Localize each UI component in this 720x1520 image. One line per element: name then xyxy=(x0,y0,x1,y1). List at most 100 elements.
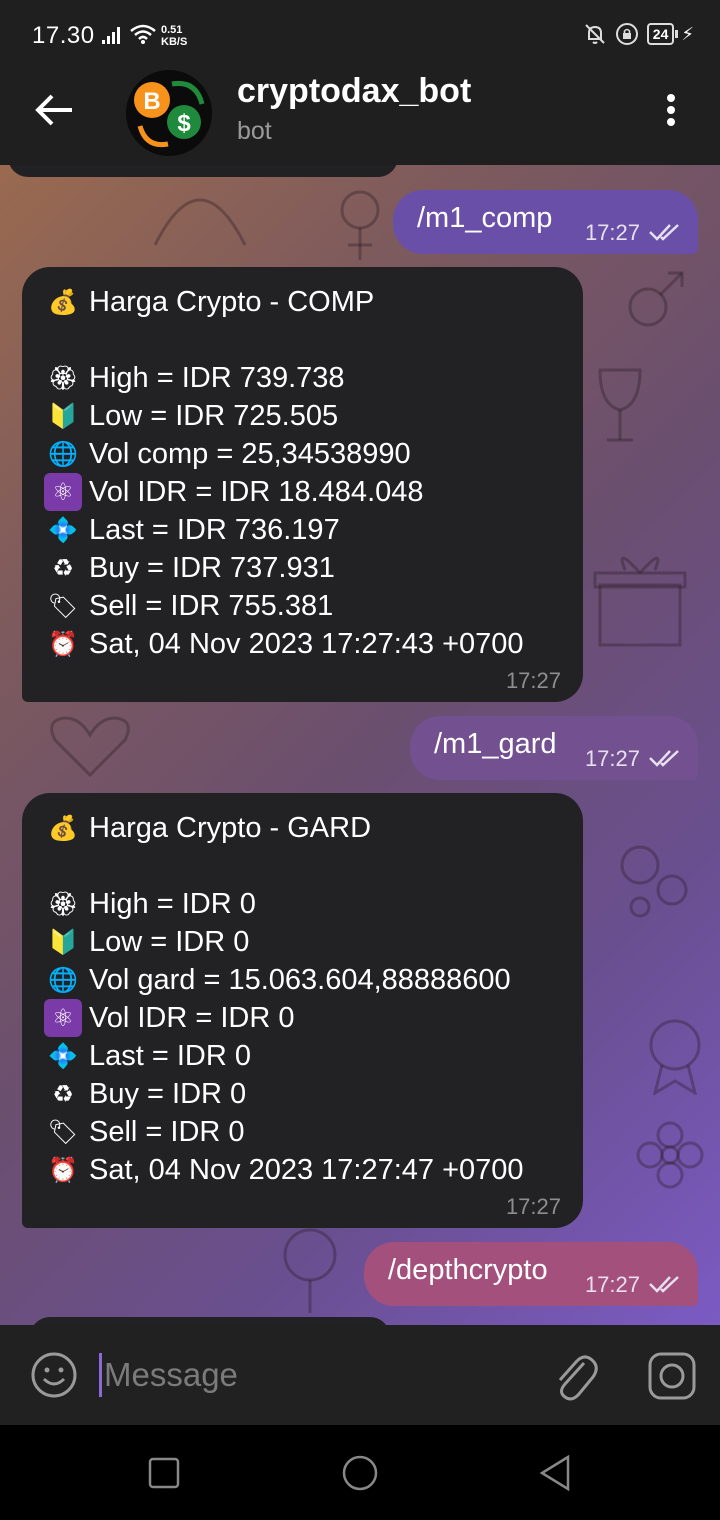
diamond-icon: 💠 xyxy=(48,516,78,544)
home-icon[interactable] xyxy=(340,1453,380,1493)
doodle-gift-icon xyxy=(593,556,687,647)
back-arrow-icon[interactable] xyxy=(30,88,80,132)
doodle-female-icon xyxy=(340,190,380,260)
next-message-bubble xyxy=(30,1317,390,1325)
network-speed-value: 0.51 xyxy=(161,24,183,36)
message-composer xyxy=(0,1325,720,1425)
battery-level: 24 xyxy=(646,23,675,45)
message-line-text: Vol IDR = IDR 18.484.048 xyxy=(89,475,424,508)
money-bag-icon: 💰 xyxy=(48,288,78,316)
blossom-icon: 🏵 xyxy=(47,364,79,392)
incoming-message[interactable]: 💰 Harga Crypto - COMP 🏵 High = IDR 739.738 🔰… xyxy=(22,267,583,702)
more-options-icon[interactable] xyxy=(656,90,686,130)
message-line: ♻ Buy = IDR 0 xyxy=(44,1075,246,1113)
message-line: 🏷 Sell = IDR 755.381 xyxy=(44,587,333,625)
message-text: /m1_gard xyxy=(434,728,557,760)
outgoing-message[interactable]: /m1_gard 17:27 xyxy=(410,716,698,780)
bot-avatar[interactable]: B $ xyxy=(126,70,212,156)
message-line-text: Vol comp = 25,34538990 xyxy=(89,437,411,470)
double-check-icon xyxy=(649,1276,679,1293)
doodle-heart-icon xyxy=(50,716,130,778)
message-line: ⚛ Vol IDR = IDR 18.484.048 xyxy=(44,473,424,511)
doodle-headband-icon xyxy=(153,198,247,246)
outgoing-message[interactable]: /m1_comp 17:27 xyxy=(393,190,698,254)
message-line-text: Buy = IDR 0 xyxy=(89,1077,247,1110)
doodle-flower-icon xyxy=(636,1121,704,1189)
message-line: 🔰 Low = IDR 0 xyxy=(44,923,249,961)
battery-indicator: 24 ⚡ xyxy=(646,23,694,45)
outgoing-message[interactable]: /depthcrypto 17:27 xyxy=(364,1242,698,1306)
message-line: 🌐 Vol gard = 15.063.604,88888600 xyxy=(44,961,511,999)
message-line: 💰 Harga Crypto - COMP xyxy=(44,283,374,321)
network-speed: 0.51 KB/S xyxy=(161,24,187,48)
message-line-text: Sell = IDR 0 xyxy=(89,1115,245,1148)
doodle-lollipop-icon xyxy=(283,1228,337,1313)
message-time: 17:27 xyxy=(584,1272,640,1297)
doodle-glass-icon xyxy=(598,368,642,442)
message-line: ⏰ Sat, 04 Nov 2023 17:27:47 +0700 xyxy=(44,1151,524,1189)
signal-icon xyxy=(102,27,120,44)
message-line: 🏷 Sell = IDR 0 xyxy=(44,1113,245,1151)
message-line-text: Sat, 04 Nov 2023 17:27:43 +0700 xyxy=(89,627,524,660)
message-line-text: Last = IDR 736.197 xyxy=(89,513,340,546)
chat-header: B $ cryptodax_bot bot xyxy=(0,70,720,165)
wifi-icon xyxy=(130,24,156,44)
message-text: /depthcrypto xyxy=(388,1254,548,1286)
double-check-icon xyxy=(649,224,679,241)
svg-text:$: $ xyxy=(177,110,191,137)
globe-icon: 🌐 xyxy=(48,966,78,994)
label-icon: 🏷 xyxy=(47,1118,79,1146)
diamond-icon: 💠 xyxy=(48,1042,78,1070)
message-line: 🔰 Low = IDR 725.505 xyxy=(44,397,338,435)
beginner-icon: 🔰 xyxy=(48,402,78,430)
recycle-icon: ♻ xyxy=(52,554,74,582)
nav-back-icon[interactable] xyxy=(536,1453,576,1493)
message-line: 🏵 High = IDR 739.738 xyxy=(44,359,345,397)
emoji-icon[interactable] xyxy=(30,1351,78,1399)
message-line-text: High = IDR 739.738 xyxy=(89,361,345,394)
message-line: ⏰ Sat, 04 Nov 2023 17:27:43 +0700 xyxy=(44,625,524,663)
message-line-text: Harga Crypto - GARD xyxy=(89,811,372,844)
doodle-bubbles-icon xyxy=(620,845,688,918)
doodle-badge-icon xyxy=(649,1019,701,1095)
message-line: 💠 Last = IDR 0 xyxy=(44,1037,251,1075)
message-line-text: High = IDR 0 xyxy=(89,887,256,920)
message-line-text: Last = IDR 0 xyxy=(89,1039,251,1072)
camera-icon[interactable] xyxy=(647,1351,697,1401)
bell-off-icon xyxy=(585,24,605,44)
alarm-clock-icon: ⏰ xyxy=(48,630,78,658)
message-text: /m1_comp xyxy=(417,202,553,234)
recent-apps-icon[interactable] xyxy=(144,1453,184,1493)
message-time: 17:27 xyxy=(584,746,640,771)
message-line-text: Low = IDR 725.505 xyxy=(89,399,339,432)
atom-icon: ⚛ xyxy=(44,473,82,511)
message-line: 🏵 High = IDR 0 xyxy=(44,885,256,923)
doodle-male-icon xyxy=(628,271,684,327)
message-line: 💰 Harga Crypto - GARD xyxy=(44,809,371,847)
alarm-clock-icon: ⏰ xyxy=(48,1156,78,1184)
system-navigation-bar xyxy=(0,1425,720,1520)
message-line-text: Low = IDR 0 xyxy=(89,925,250,958)
label-icon: 🏷 xyxy=(47,592,79,620)
status-bar: 17.30 0.51 KB/S 24 ⚡ xyxy=(0,0,720,70)
lock-rotation-icon xyxy=(615,23,638,45)
text-cursor xyxy=(99,1353,102,1397)
incoming-message[interactable]: 💰 Harga Crypto - GARD 🏵 High = IDR 0 🔰 Low = … xyxy=(22,793,583,1228)
previous-message-bubble xyxy=(8,165,398,177)
message-input[interactable] xyxy=(104,1353,524,1397)
message-line: 💠 Last = IDR 736.197 xyxy=(44,511,340,549)
message-line-text: Buy = IDR 737.931 xyxy=(89,551,335,584)
status-time: 17.30 xyxy=(32,22,95,49)
message-line: ♻ Buy = IDR 737.931 xyxy=(44,549,335,587)
message-time: 17:27 xyxy=(584,220,640,245)
globe-icon: 🌐 xyxy=(48,440,78,468)
message-line: 🌐 Vol comp = 25,34538990 xyxy=(44,435,411,473)
network-speed-unit: KB/S xyxy=(161,36,188,48)
atom-icon: ⚛ xyxy=(44,999,82,1037)
beginner-icon: 🔰 xyxy=(48,928,78,956)
chat-area[interactable]: /m1_comp 17:27 💰 Harga Crypto - COMP 🏵 High… xyxy=(0,165,720,1325)
paperclip-icon[interactable] xyxy=(552,1349,602,1403)
chat-title[interactable]: cryptodax_bot xyxy=(237,72,471,111)
svg-text:B: B xyxy=(143,88,160,115)
message-line-text: Sell = IDR 755.381 xyxy=(89,589,334,622)
